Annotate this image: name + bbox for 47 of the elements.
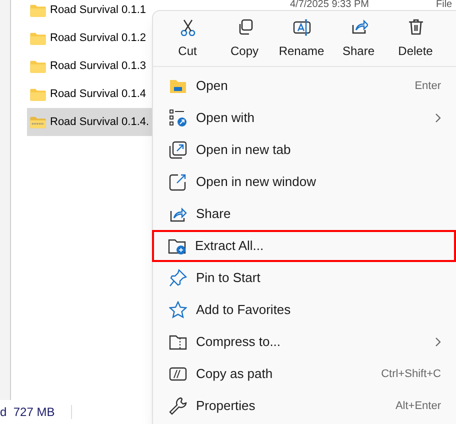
pin-icon: [169, 269, 187, 287]
trash-icon: [406, 18, 424, 36]
zip-folder-icon: [168, 237, 186, 255]
menu-item[interactable]: Add to Favorites: [153, 294, 456, 326]
folder-icon: [30, 88, 46, 100]
star-icon: [169, 301, 187, 319]
share-button[interactable]: Share: [330, 11, 387, 67]
scissors-icon: [178, 18, 196, 36]
folder-icon: [169, 77, 187, 95]
folder-icon: [30, 4, 46, 16]
new-window-icon: [169, 173, 187, 191]
file-row[interactable]: Road Survival 0.1.3: [27, 52, 152, 80]
wrench-icon: [169, 397, 187, 415]
shortcut-text: Enter: [414, 78, 441, 94]
path-icon: [169, 365, 187, 383]
menu-item[interactable]: Open with: [153, 102, 456, 134]
folder-icon: [30, 32, 46, 44]
folder-icon: [30, 60, 46, 72]
menu-item[interactable]: Open in new window: [153, 166, 456, 198]
shortcut-text: Ctrl+Shift+C: [381, 366, 441, 382]
menu-item[interactable]: Copy as path Ctrl+Shift+C: [153, 358, 456, 390]
delete-button[interactable]: Delete: [387, 11, 444, 67]
menu-item[interactable]: Share: [153, 198, 456, 230]
share-icon: [169, 205, 187, 223]
type-text: File: [436, 0, 452, 10]
file-row[interactable]: Road Survival 0.1.2: [27, 24, 152, 52]
folder-zip-icon: [169, 333, 187, 351]
new-tab-icon: [169, 141, 187, 159]
menu-item[interactable]: Extract All...: [152, 230, 456, 262]
menu-item[interactable]: Properties Alt+Enter: [153, 390, 456, 422]
menu-item[interactable]: Open Enter: [153, 70, 456, 102]
shortcut-text: Alt+Enter: [395, 398, 441, 414]
share-icon: [350, 18, 368, 36]
selected-file-row[interactable]: Road Survival 0.1.4.: [27, 108, 152, 136]
menu-item[interactable]: Open in new tab: [153, 134, 456, 166]
copy-button[interactable]: Copy: [216, 11, 273, 67]
zip-folder-icon: [30, 116, 46, 128]
cut-button[interactable]: Cut: [159, 11, 216, 67]
menu-item[interactable]: Compress to...: [153, 326, 456, 358]
status-text: d 727 MB: [0, 404, 56, 421]
app-list-icon: [169, 109, 187, 127]
file-row[interactable]: Road Survival 0.1.4: [27, 80, 152, 108]
rename-icon: [292, 18, 310, 36]
rename-button[interactable]: Rename: [273, 11, 330, 67]
date-modified: 4/7/2025 9:33 PM: [290, 0, 369, 10]
menu-item[interactable]: Pin to Start: [153, 262, 456, 294]
file-row[interactable]: Road Survival 0.1.1: [27, 0, 152, 24]
